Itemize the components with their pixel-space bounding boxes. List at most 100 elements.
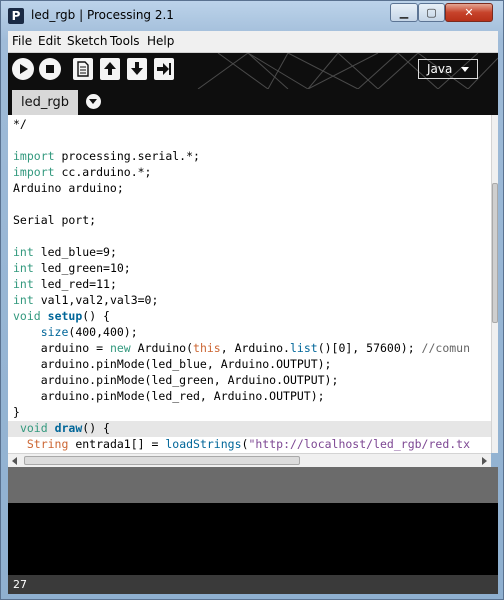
code-token: int <box>13 245 34 259</box>
console-area[interactable] <box>8 503 498 575</box>
code-line: import cc.arduino.*; <box>13 165 151 181</box>
code-token: int <box>13 261 34 275</box>
vertical-scroll-thumb[interactable] <box>492 183 498 323</box>
export-arrow-icon <box>157 63 171 75</box>
code-token: led_red=11; <box>33 277 117 291</box>
code-line: String entrada1[] = loadStrings("http://… <box>13 437 470 453</box>
code-token: import <box>13 165 55 179</box>
mode-selector[interactable]: Java <box>418 59 478 79</box>
code-line: arduino.pinMode(led_blue, Arduino.OUTPUT… <box>13 357 332 373</box>
tab-strip: led_rgb <box>8 89 498 115</box>
code-token: list <box>289 341 318 355</box>
horizontal-scrollbar[interactable] <box>8 453 491 467</box>
menu-sketch[interactable]: Sketch <box>67 34 107 48</box>
code-token: void <box>13 309 41 323</box>
code-token: arduino.pinMode(led_red, Arduino.OUTPUT)… <box>13 389 325 403</box>
code-token: draw <box>54 421 83 435</box>
horizontal-scroll-thumb[interactable] <box>24 456 300 465</box>
code-line: */ <box>13 117 27 133</box>
code-token: void <box>19 421 48 435</box>
title-bar[interactable]: P led_rgb | Processing 2.1 ▁ ▢ ✕ <box>1 1 504 31</box>
code-token: ()[0], 57600); <box>317 341 422 355</box>
code-token: */ <box>13 117 27 131</box>
code-line: Serial port; <box>13 213 96 229</box>
toolbar: Java <box>8 53 498 89</box>
code-token: Arduino( <box>130 341 194 355</box>
code-line: int val1,val2,val3=0; <box>13 293 158 309</box>
code-token: arduino.pinMode(led_blue, Arduino.OUTPUT… <box>13 357 332 371</box>
code-token: new <box>109 341 131 355</box>
run-button[interactable] <box>12 58 34 80</box>
new-button[interactable] <box>73 58 93 80</box>
save-button[interactable] <box>127 58 147 80</box>
scroll-left-icon[interactable] <box>12 457 17 465</box>
code-token: setup <box>47 309 83 323</box>
open-button[interactable] <box>100 58 120 80</box>
menu-bar: File Edit Sketch Tools Help <box>8 31 498 53</box>
processing-app-icon: P <box>8 8 24 24</box>
code-line: void draw() { <box>13 421 110 437</box>
code-token: Arduino arduino; <box>13 181 124 195</box>
code-token: val1,val2,val3=0; <box>33 293 159 307</box>
code-token: loadStrings <box>165 437 242 451</box>
code-token: size <box>40 325 69 339</box>
code-line: int led_blue=9; <box>13 245 117 261</box>
code-token: () { <box>82 309 110 323</box>
minimize-button[interactable]: ▁ <box>390 3 418 22</box>
vertical-scrollbar[interactable] <box>491 115 498 453</box>
code-token: , Arduino. <box>220 341 290 355</box>
code-token: int <box>13 277 34 291</box>
tab-menu-dropdown-icon[interactable] <box>86 94 101 109</box>
code-token: arduino = <box>13 341 110 355</box>
arrow-up-icon <box>104 62 116 75</box>
code-token: arduino.pinMode(led_green, Arduino.OUTPU… <box>13 373 339 387</box>
code-line: int led_green=10; <box>13 261 131 277</box>
code-token: (400,400); <box>68 325 138 339</box>
status-bar: 27 <box>8 575 498 594</box>
scroll-right-icon[interactable] <box>482 457 487 465</box>
new-file-icon <box>77 61 89 77</box>
code-token: int <box>13 293 34 307</box>
menu-help[interactable]: Help <box>147 34 174 48</box>
code-token: "http://localhost/led_rgb/red.tx <box>248 437 471 451</box>
code-token: processing.serial.*; <box>54 149 200 163</box>
play-icon <box>20 64 28 74</box>
menu-edit[interactable]: Edit <box>38 34 61 48</box>
code-line: arduino.pinMode(led_red, Arduino.OUTPUT)… <box>13 389 325 405</box>
code-line: int led_red=11; <box>13 277 117 293</box>
message-area <box>8 467 498 503</box>
code-line: import processing.serial.*; <box>13 149 200 165</box>
close-button[interactable]: ✕ <box>445 3 493 22</box>
export-button[interactable] <box>154 58 174 80</box>
tab-led-rgb[interactable]: led_rgb <box>12 90 78 115</box>
menu-tools[interactable]: Tools <box>110 34 140 48</box>
line-number: 27 <box>13 578 27 591</box>
window-title: led_rgb | Processing 2.1 <box>31 8 174 22</box>
code-token: //comun <box>421 341 471 355</box>
code-line: size(400,400); <box>13 325 138 341</box>
code-line: Arduino arduino; <box>13 181 124 197</box>
code-token: } <box>13 405 20 419</box>
code-token: String <box>26 437 69 451</box>
code-token: import <box>13 149 55 163</box>
arrow-down-icon <box>131 62 143 75</box>
processing-window: P led_rgb | Processing 2.1 ▁ ▢ ✕ File Ed… <box>0 0 504 600</box>
code-line: } <box>13 405 20 421</box>
code-token: () { <box>82 421 110 435</box>
maximize-button[interactable]: ▢ <box>418 3 445 22</box>
stop-button[interactable] <box>39 58 61 80</box>
chevron-down-icon <box>461 67 469 72</box>
code-token: Serial port; <box>13 213 97 227</box>
mode-label: Java <box>427 62 453 76</box>
code-editor[interactable]: */import processing.serial.*; import cc.a… <box>8 115 491 453</box>
code-token: cc.arduino.*; <box>54 165 152 179</box>
code-token: led_blue=9; <box>33 245 117 259</box>
code-token: entrada1[] = <box>68 437 166 451</box>
code-token: this <box>193 341 221 355</box>
menu-file[interactable]: File <box>12 34 32 48</box>
